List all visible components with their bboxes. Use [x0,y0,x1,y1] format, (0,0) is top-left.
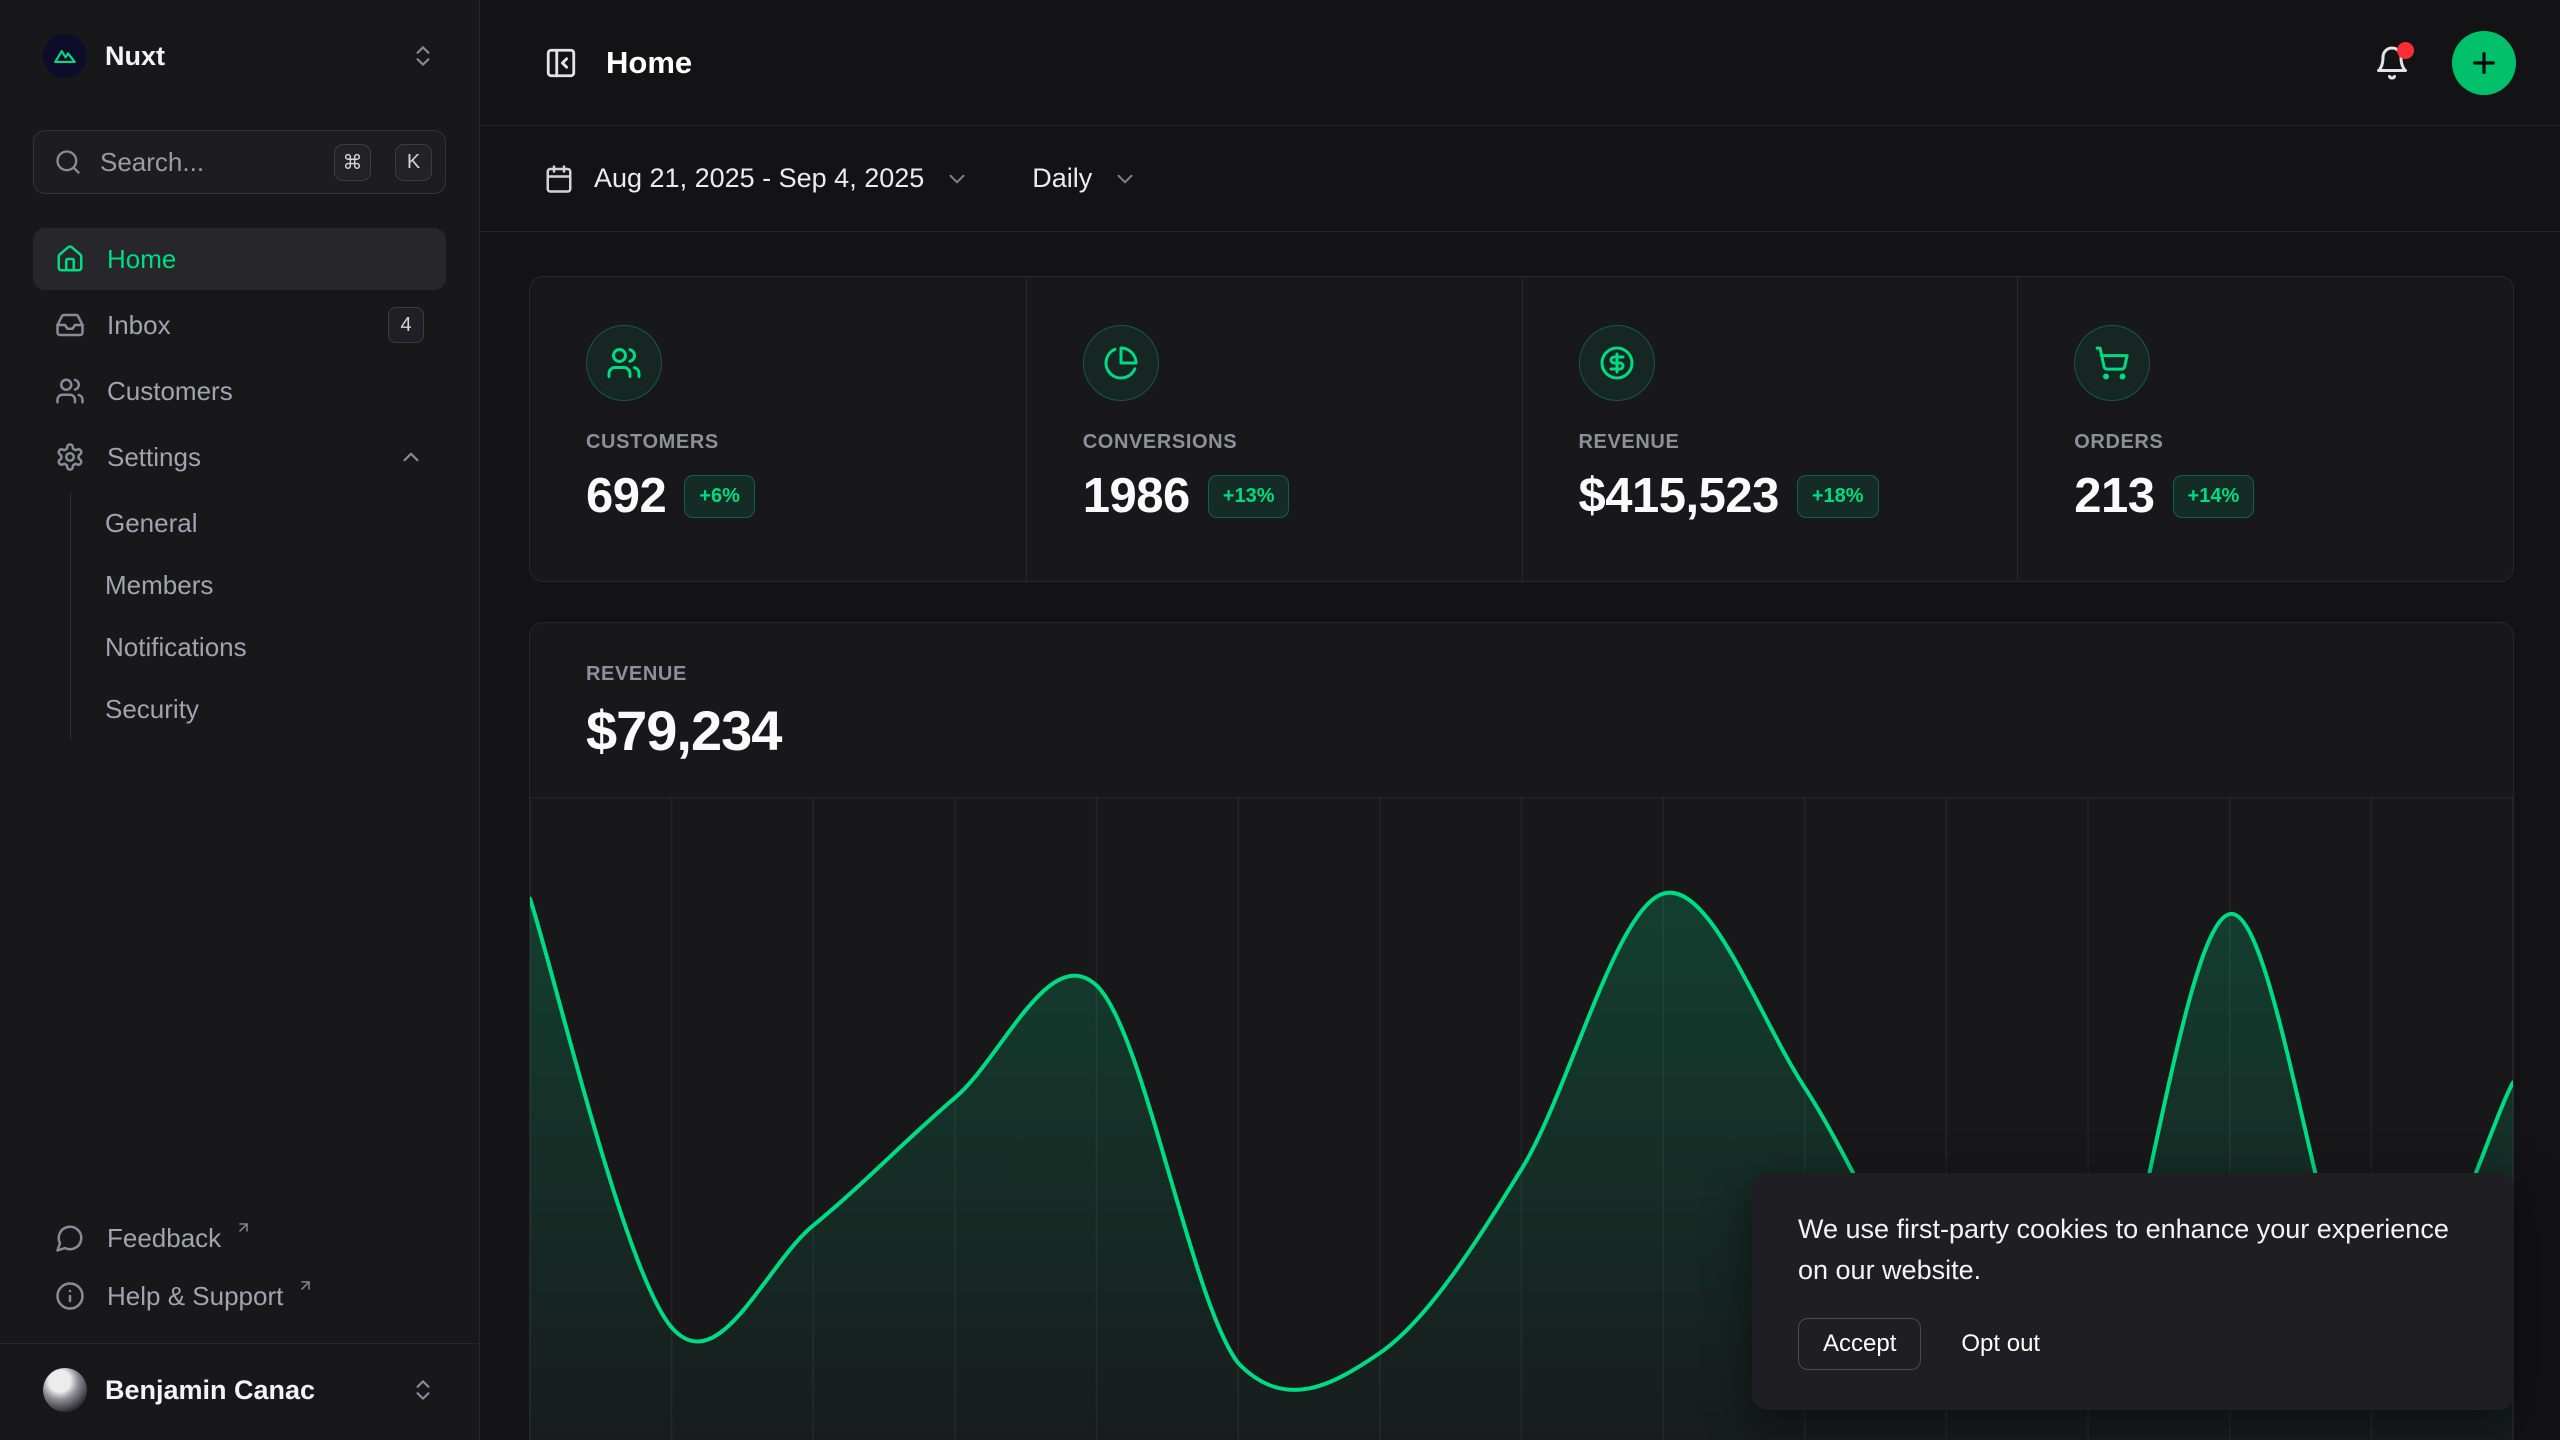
chevron-down-icon [1112,166,1138,192]
info-circle-icon [55,1281,85,1311]
sidebar: Nuxt Search... ⌘ K Home [0,0,480,1440]
settings-subnav: General Members Notifications Security [70,492,446,740]
shopping-cart-icon [2074,325,2150,401]
user-menu[interactable]: Benjamin Canac [33,1344,446,1418]
add-button[interactable] [2452,31,2516,95]
message-circle-icon [55,1223,85,1253]
sidebar-spacer [33,740,446,1209]
stat-value: $415,523 [1579,468,1779,524]
stat-conversions[interactable]: CONVERSIONS 1986 +13% [1026,277,1522,581]
stat-delta-badge: +14% [2173,475,2255,518]
stat-delta-badge: +6% [684,475,755,518]
sidebar-item-notifications[interactable]: Notifications [71,616,446,678]
revenue-chart-label: REVENUE [586,663,2457,686]
search-icon [54,148,82,176]
date-range-picker[interactable]: Aug 21, 2025 - Sep 4, 2025 [544,163,970,194]
date-range-value: Aug 21, 2025 - Sep 4, 2025 [594,163,924,194]
sidebar-item-inbox[interactable]: Inbox 4 [33,294,446,356]
cookie-banner: We use first-party cookies to enhance yo… [1752,1173,2514,1410]
feedback-link[interactable]: Feedback [33,1209,446,1267]
sidebar-item-home[interactable]: Home [33,228,446,290]
opt-out-button[interactable]: Opt out [1961,1330,2040,1358]
kbd-k: K [395,144,432,181]
chevrons-up-down-icon [410,1377,436,1403]
stat-label: ORDERS [2074,431,2163,454]
chevron-up-icon [398,444,424,470]
workspace-switcher[interactable]: Nuxt [33,26,446,86]
granularity-select[interactable]: Daily [1032,163,1138,194]
plus-icon [2468,47,2500,79]
stat-customers[interactable]: CUSTOMERS 692 +6% [530,277,1026,581]
page-header: Home [480,0,2560,126]
gear-icon [55,442,85,472]
sidebar-item-members[interactable]: Members [71,554,446,616]
help-support-link[interactable]: Help & Support [33,1267,446,1325]
page-title: Home [606,45,692,81]
stat-label: REVENUE [1579,431,1680,454]
stat-label: CUSTOMERS [586,431,719,454]
stat-delta-badge: +18% [1797,475,1879,518]
sidebar-item-customers[interactable]: Customers [33,360,446,422]
pie-chart-icon [1083,325,1159,401]
notification-dot [2397,42,2414,59]
sidebar-item-settings[interactable]: Settings [33,426,446,488]
avatar [43,1368,87,1412]
user-name: Benjamin Canac [105,1375,315,1406]
granularity-value: Daily [1032,163,1092,194]
notifications-button[interactable] [2374,45,2410,81]
sidebar-nav: Home Inbox 4 Customers Settings [33,228,446,740]
feedback-label: Feedback [107,1223,221,1254]
house-icon [55,244,85,274]
sidebar-item-label: Home [107,244,176,275]
accept-cookies-button[interactable]: Accept [1798,1318,1921,1370]
external-link-icon [297,1277,314,1294]
sidebar-item-label: Inbox [107,310,171,341]
revenue-chart-total: $79,234 [586,698,2457,763]
collapse-sidebar-button[interactable] [544,46,578,80]
external-link-icon [235,1219,252,1236]
stat-delta-badge: +13% [1208,475,1290,518]
chevron-down-icon [944,166,970,192]
inbox-unread-badge: 4 [388,307,424,343]
sidebar-item-security[interactable]: Security [71,678,446,740]
search-placeholder: Search... [100,147,316,178]
kbd-cmd: ⌘ [334,144,371,181]
users-icon [55,376,85,406]
stats-card: CUSTOMERS 692 +6% CONVERSIONS 1986 +13% [529,276,2514,582]
help-support-label: Help & Support [107,1281,283,1312]
sidebar-item-general[interactable]: General [71,492,446,554]
stat-label: CONVERSIONS [1083,431,1237,454]
sidebar-item-label: Customers [107,376,233,407]
nuxt-logo-icon [43,34,87,78]
chevrons-up-down-icon [410,43,436,69]
calendar-icon [544,164,574,194]
stat-value: 692 [586,468,666,524]
filters-toolbar: Aug 21, 2025 - Sep 4, 2025 Daily [480,126,2560,232]
stat-value: 213 [2074,468,2154,524]
sidebar-item-label: Settings [107,442,201,473]
stat-revenue[interactable]: REVENUE $415,523 +18% [1522,277,2018,581]
inbox-icon [55,310,85,340]
cookie-message: We use first-party cookies to enhance yo… [1798,1209,2468,1290]
circle-dollar-icon [1579,325,1655,401]
stat-value: 1986 [1083,468,1190,524]
stat-orders[interactable]: ORDERS 213 +14% [2017,277,2513,581]
search-input[interactable]: Search... ⌘ K [33,130,446,194]
users-icon [586,325,662,401]
workspace-name: Nuxt [105,41,165,72]
